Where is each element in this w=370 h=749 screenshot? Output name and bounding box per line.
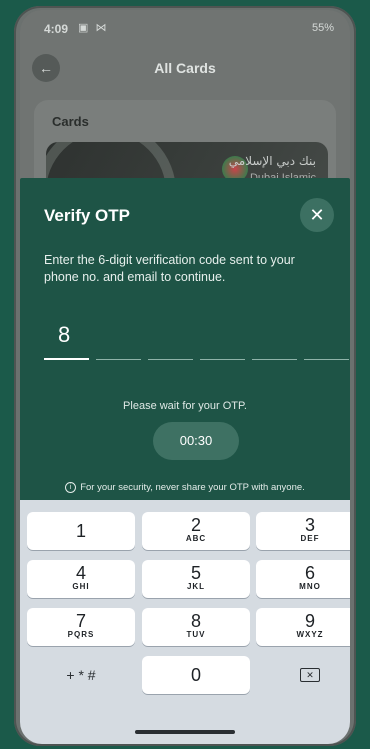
key-letters: JKL xyxy=(186,582,206,591)
otp-title: Verify OTP xyxy=(44,206,130,225)
otp-underline xyxy=(304,359,349,360)
otp-digit-4[interactable] xyxy=(200,314,245,360)
otp-digit-1[interactable]: 8 xyxy=(44,314,89,360)
key-7[interactable]: 7 PQRS xyxy=(27,608,135,646)
battery-percent: 55% xyxy=(311,22,334,34)
key-9[interactable]: 9 WXYZ xyxy=(256,608,350,646)
key-number: 7 xyxy=(75,611,86,631)
status-bar: 4:09 ▣ ⋈ 55% xyxy=(20,18,350,40)
security-note: i For your security, never share your OTP… xyxy=(20,482,350,493)
numeric-keypad: 1 2 ABC 3 DEF 4 GHI 5 JKL 6 MNO 7 PQRS 8… xyxy=(20,500,350,744)
key-number: 4 xyxy=(75,563,86,583)
key-number: 3 xyxy=(304,515,315,535)
close-icon[interactable]: ✕ xyxy=(300,198,334,232)
otp-digit-5[interactable] xyxy=(252,314,297,360)
key-6[interactable]: 6 MNO xyxy=(256,560,350,598)
key-2[interactable]: 2 ABC xyxy=(142,512,250,550)
otp-digit-2[interactable] xyxy=(96,314,141,360)
app-header: ← All Cards xyxy=(20,50,350,86)
otp-timer: 00:30 xyxy=(153,422,239,460)
info-icon: i xyxy=(65,482,77,493)
key-number: 6 xyxy=(304,563,315,583)
otp-underline xyxy=(148,359,193,360)
key-letters: ABC xyxy=(185,534,207,543)
notification-icons: ▣ ⋈ xyxy=(78,22,109,34)
key-letters: DEF xyxy=(300,534,320,543)
phone-screen: 4:09 ▣ ⋈ 55% ← All Cards Cards بنك دبي ا… xyxy=(20,10,350,744)
backspace-icon: ✕ xyxy=(300,667,320,682)
otp-digit-6[interactable] xyxy=(304,314,349,360)
cards-section-label: Cards xyxy=(52,114,89,129)
key-letters: TUV xyxy=(186,630,206,639)
key-4[interactable]: 4 GHI xyxy=(27,560,135,598)
key-number: 0 xyxy=(190,665,201,685)
key-1[interactable]: 1 xyxy=(27,512,135,550)
otp-underline xyxy=(44,358,89,360)
key-8[interactable]: 8 TUV xyxy=(142,608,250,646)
key-letters: MNO xyxy=(299,582,321,591)
security-note-text: For your security, never share your OTP … xyxy=(80,482,305,494)
key-3[interactable]: 3 DEF xyxy=(256,512,350,550)
key-number: 9 xyxy=(304,611,315,631)
otp-underline xyxy=(200,359,245,360)
key-5[interactable]: 5 JKL xyxy=(142,560,250,598)
key-number: 8 xyxy=(190,611,201,631)
otp-input-group[interactable]: 8 xyxy=(44,314,349,360)
key-number: 2 xyxy=(190,515,201,535)
key-number: 1 xyxy=(75,521,86,541)
otp-digit-value: 8 xyxy=(58,322,71,347)
otp-underline xyxy=(252,359,297,360)
key-0[interactable]: 0 xyxy=(142,656,250,694)
page-title: All Cards xyxy=(154,60,216,76)
key-letters: PQRS xyxy=(67,630,95,639)
key-letters: WXYZ xyxy=(296,630,324,639)
backspace-button[interactable]: ✕ xyxy=(256,656,350,694)
bank-name-arabic: بنك دبي الإسلامي xyxy=(228,154,316,168)
otp-underline xyxy=(96,359,141,360)
otp-description: Enter the 6-digit verification code sent… xyxy=(44,253,295,284)
status-time: 4:09 xyxy=(44,22,69,36)
key-number: 5 xyxy=(190,563,201,583)
key-symbols[interactable]: + * # xyxy=(27,656,135,694)
otp-digit-3[interactable] xyxy=(148,314,193,360)
otp-bottom-sheet: Verify OTP ✕ Enter the 6-digit verificat… xyxy=(20,178,350,508)
key-letters: GHI xyxy=(72,582,90,591)
wait-message: Please wait for your OTP. xyxy=(123,400,247,412)
home-indicator xyxy=(135,730,235,734)
